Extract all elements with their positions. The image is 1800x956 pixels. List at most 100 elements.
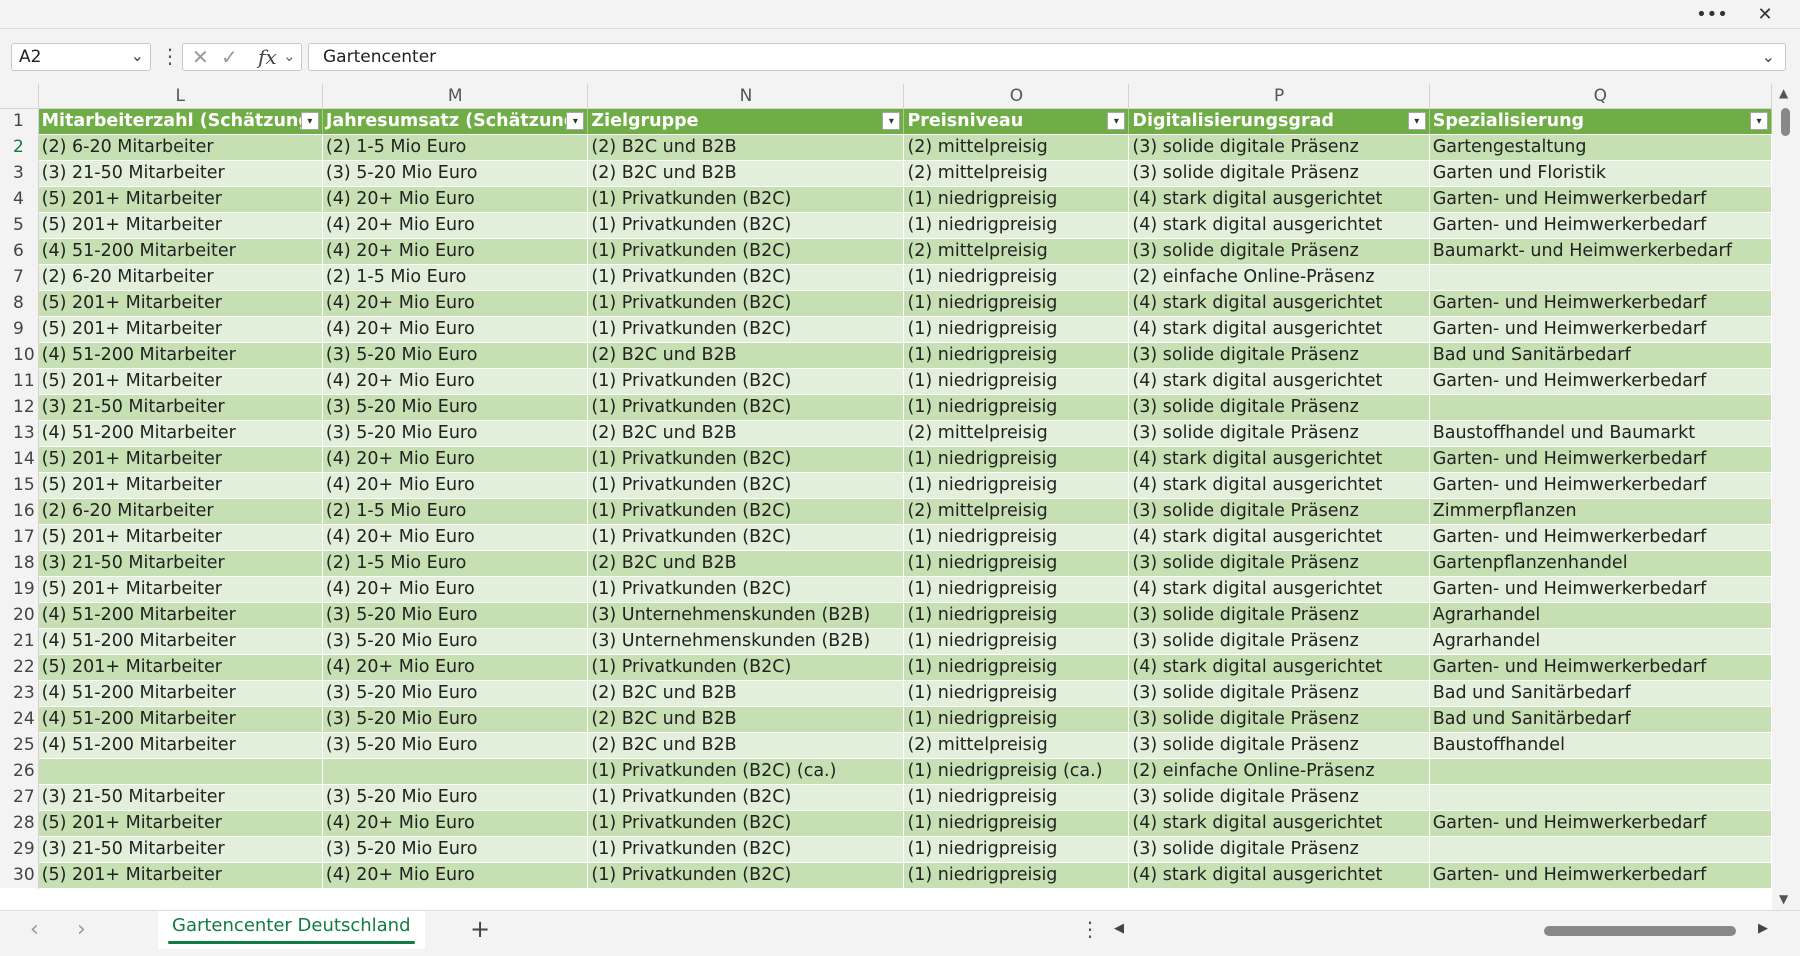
close-button[interactable]: ✕	[1743, 0, 1787, 28]
table-cell[interactable]	[38, 758, 323, 785]
table-cell[interactable]: (1) Privatkunden (B2C)	[587, 576, 905, 603]
confirm-icon[interactable]: ✓	[221, 45, 238, 69]
row-header[interactable]: 12	[0, 394, 39, 420]
table-cell[interactable]: (2) 1-5 Mio Euro	[322, 264, 589, 291]
table-cell[interactable]: (2) B2C und B2B	[587, 420, 905, 447]
table-cell[interactable]: (4) stark digital ausgerichtet	[1128, 316, 1430, 343]
table-cell[interactable]: Garten- und Heimwerkerbedarf	[1429, 186, 1772, 213]
row-header[interactable]: 16	[0, 498, 39, 524]
table-cell[interactable]: Baustoffhandel	[1429, 732, 1772, 759]
scroll-down-icon[interactable]: ▼	[1779, 892, 1788, 906]
table-cell[interactable]: (2) 6-20 Mitarbeiter	[38, 134, 323, 161]
table-cell[interactable]: (5) 201+ Mitarbeiter	[38, 862, 323, 889]
table-cell[interactable]: (2) 6-20 Mitarbeiter	[38, 264, 323, 291]
table-cell[interactable]	[1429, 394, 1772, 421]
table-cell[interactable]: (1) niedrigpreisig	[903, 394, 1130, 421]
filter-dropdown-icon[interactable]: ▾	[1407, 111, 1426, 130]
table-cell[interactable]: (4) 20+ Mio Euro	[322, 654, 589, 681]
column-header[interactable]: Q	[1429, 84, 1772, 109]
table-cell[interactable]: (3) 5-20 Mio Euro	[322, 628, 589, 655]
table-cell[interactable]: (3) solide digitale Präsenz	[1128, 342, 1430, 369]
scroll-left-icon[interactable]: ◀	[1114, 921, 1124, 936]
table-cell[interactable]: (4) stark digital ausgerichtet	[1128, 654, 1430, 681]
table-cell[interactable]: (1) Privatkunden (B2C) (ca.)	[587, 758, 905, 785]
row-header[interactable]: 22	[0, 654, 39, 680]
row-header[interactable]: 4	[0, 186, 39, 212]
formula-input[interactable]: Gartencenter ⌄	[308, 43, 1786, 71]
table-cell[interactable]: Garten- und Heimwerkerbedarf	[1429, 368, 1772, 395]
add-sheet-icon[interactable]: +	[470, 915, 490, 943]
table-cell[interactable]: (1) niedrigpreisig	[903, 784, 1130, 811]
horizontal-scroll-thumb[interactable]	[1544, 926, 1736, 936]
table-cell[interactable]: (3) solide digitale Präsenz	[1128, 550, 1430, 577]
table-cell[interactable]: (1) Privatkunden (B2C)	[587, 316, 905, 343]
table-cell[interactable]: Baumarkt- und Heimwerkerbedarf	[1429, 238, 1772, 265]
table-cell[interactable]: Baustoffhandel und Baumarkt	[1429, 420, 1772, 447]
table-cell[interactable]: (2) B2C und B2B	[587, 134, 905, 161]
table-cell[interactable]: (2) mittelpreisig	[903, 732, 1130, 759]
column-header[interactable]: M	[322, 84, 589, 109]
table-cell[interactable]: (1) niedrigpreisig	[903, 212, 1130, 239]
table-cell[interactable]: (4) 20+ Mio Euro	[322, 368, 589, 395]
table-cell[interactable]: (4) stark digital ausgerichtet	[1128, 576, 1430, 603]
table-cell[interactable]: (1) niedrigpreisig	[903, 342, 1130, 369]
table-cell[interactable]: (4) 20+ Mio Euro	[322, 238, 589, 265]
table-cell[interactable]: (2) mittelpreisig	[903, 498, 1130, 525]
table-cell[interactable]: (2) B2C und B2B	[587, 160, 905, 187]
table-cell[interactable]: (4) 51-200 Mitarbeiter	[38, 342, 323, 369]
table-cell[interactable]: (4) 20+ Mio Euro	[322, 810, 589, 837]
table-cell[interactable]: (3) 5-20 Mio Euro	[322, 732, 589, 759]
table-cell[interactable]: (1) Privatkunden (B2C)	[587, 810, 905, 837]
table-cell[interactable]: (3) 5-20 Mio Euro	[322, 836, 589, 863]
table-cell[interactable]: (4) stark digital ausgerichtet	[1128, 212, 1430, 239]
table-cell[interactable]: (2) mittelpreisig	[903, 134, 1130, 161]
table-cell[interactable]: Gartengestaltung	[1429, 134, 1772, 161]
table-cell[interactable]: (1) Privatkunden (B2C)	[587, 368, 905, 395]
table-cell[interactable]: (1) niedrigpreisig	[903, 576, 1130, 603]
table-cell[interactable]: Garten- und Heimwerkerbedarf	[1429, 290, 1772, 317]
table-cell[interactable]: (2) mittelpreisig	[903, 420, 1130, 447]
table-cell[interactable]: (2) B2C und B2B	[587, 550, 905, 577]
table-cell[interactable]: (3) 21-50 Mitarbeiter	[38, 784, 323, 811]
table-cell[interactable]	[1429, 836, 1772, 863]
table-cell[interactable]: (3) 5-20 Mio Euro	[322, 784, 589, 811]
table-cell[interactable]: (5) 201+ Mitarbeiter	[38, 576, 323, 603]
table-cell[interactable]: (1) Privatkunden (B2C)	[587, 784, 905, 811]
table-cell[interactable]: (3) 5-20 Mio Euro	[322, 160, 589, 187]
table-cell[interactable]: (1) niedrigpreisig	[903, 628, 1130, 655]
table-cell[interactable]: (4) stark digital ausgerichtet	[1128, 862, 1430, 889]
table-cell[interactable]: (3) solide digitale Präsenz	[1128, 680, 1430, 707]
column-header[interactable]: O	[903, 84, 1130, 109]
table-cell[interactable]: (2) 1-5 Mio Euro	[322, 134, 589, 161]
table-cell[interactable]: Gartenpflanzenhandel	[1429, 550, 1772, 577]
row-header[interactable]: 6	[0, 238, 39, 264]
table-cell[interactable]: (4) 51-200 Mitarbeiter	[38, 732, 323, 759]
table-cell[interactable]: (1) Privatkunden (B2C)	[587, 498, 905, 525]
table-cell[interactable]: (1) Privatkunden (B2C)	[587, 472, 905, 499]
table-cell[interactable]: Agrarhandel	[1429, 628, 1772, 655]
table-cell[interactable]: (2) B2C und B2B	[587, 680, 905, 707]
cancel-icon[interactable]: ✕	[192, 45, 209, 69]
table-cell[interactable]: (1) niedrigpreisig	[903, 472, 1130, 499]
table-cell[interactable]: (1) Privatkunden (B2C)	[587, 290, 905, 317]
table-cell[interactable]	[1429, 758, 1772, 785]
table-cell[interactable]: (5) 201+ Mitarbeiter	[38, 524, 323, 551]
row-header[interactable]: 13	[0, 420, 39, 446]
table-cell[interactable]: (5) 201+ Mitarbeiter	[38, 368, 323, 395]
table-cell[interactable]: (4) 51-200 Mitarbeiter	[38, 420, 323, 447]
table-cell[interactable]: (4) stark digital ausgerichtet	[1128, 368, 1430, 395]
table-cell[interactable]: (1) niedrigpreisig	[903, 602, 1130, 629]
horizontal-scrollbar[interactable]: ◀ ▶	[1108, 919, 1768, 943]
header-cell[interactable]: Spezialisierung ▾	[1429, 108, 1772, 135]
table-cell[interactable]: (4) 20+ Mio Euro	[322, 212, 589, 239]
column-header[interactable]: L	[38, 84, 323, 109]
table-cell[interactable]: (3) 5-20 Mio Euro	[322, 394, 589, 421]
column-header[interactable]: N	[587, 84, 905, 109]
table-cell[interactable]: (2) mittelpreisig	[903, 160, 1130, 187]
table-cell[interactable]: (3) 5-20 Mio Euro	[322, 342, 589, 369]
table-cell[interactable]: (1) niedrigpreisig (ca.)	[903, 758, 1130, 785]
table-cell[interactable]: (4) stark digital ausgerichtet	[1128, 446, 1430, 473]
table-cell[interactable]: (1) niedrigpreisig	[903, 810, 1130, 837]
table-cell[interactable]: (1) Privatkunden (B2C)	[587, 264, 905, 291]
vertical-dots-icon[interactable]: ⋮	[1080, 917, 1100, 941]
